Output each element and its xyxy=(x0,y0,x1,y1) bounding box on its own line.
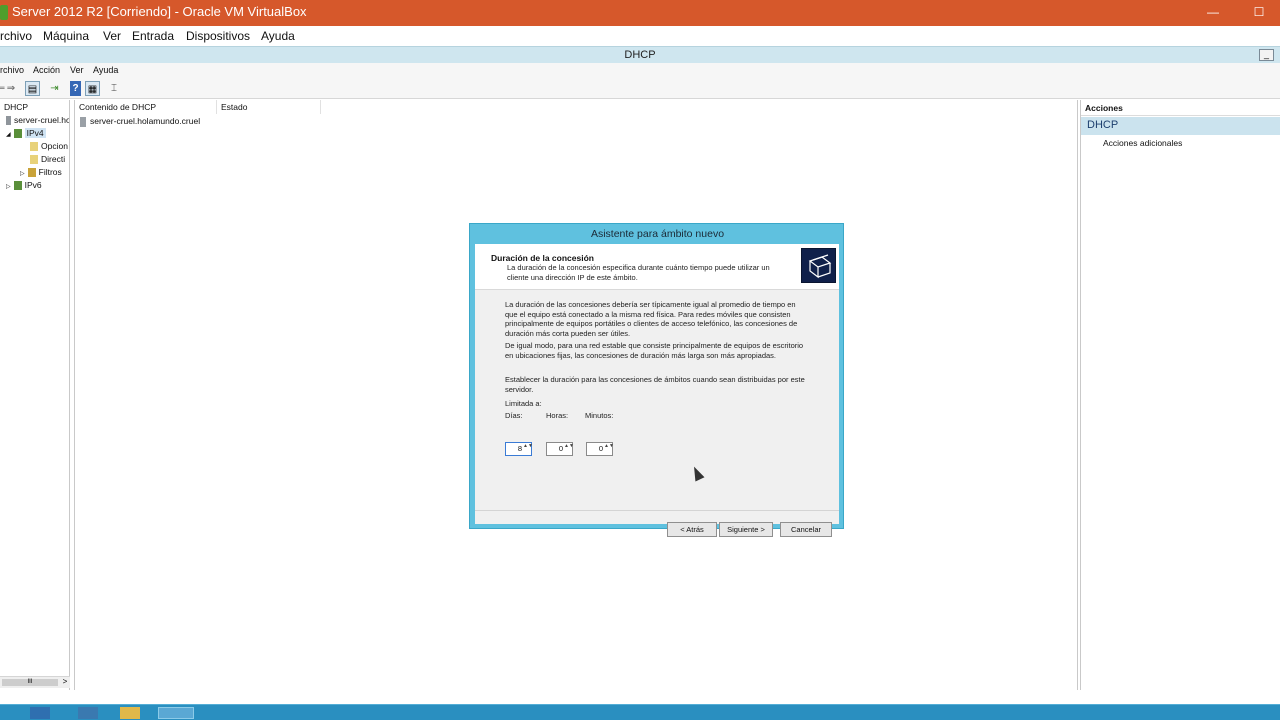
limit-label: Limitada a: xyxy=(505,399,542,408)
wizard-paragraph-3: Establecer la duración para las concesio… xyxy=(505,375,805,394)
column-header-contenido[interactable]: Contenido de DHCP xyxy=(75,100,217,114)
mmc-minimize-button[interactable]: _ xyxy=(1259,49,1274,61)
mmc-toolbar: ⇐ ⇒ ▤ ⇥ ? ▦ ⌶ xyxy=(0,78,1280,99)
spin-arrows-icon[interactable]: ▲▼ xyxy=(564,444,574,454)
tree-item-directivas[interactable]: Directi xyxy=(30,154,66,165)
days-label: Días: xyxy=(505,411,523,420)
cancel-button[interactable]: Cancelar xyxy=(780,522,832,537)
scrollbar-thumb[interactable]: III xyxy=(2,679,58,686)
wizard-scope-icon xyxy=(801,248,836,283)
forward-arrow-icon[interactable]: ⇒ xyxy=(5,81,17,96)
expand-arrow-icon[interactable]: ▷ xyxy=(6,184,11,190)
tree-item-server-label: server-cruel.ho xyxy=(14,115,70,125)
minutes-value: 0 xyxy=(598,444,603,453)
spin-arrows-icon[interactable]: ▲▼ xyxy=(604,444,614,454)
tree-item-ipv6-label: IPv6 xyxy=(24,180,42,190)
wizard-title: Asistente para ámbito nuevo xyxy=(590,228,725,240)
wizard-body: Duración de la concesión La duración de … xyxy=(475,244,839,537)
scroll-right-icon[interactable]: > xyxy=(60,677,70,688)
expand-arrow-icon[interactable]: ▷ xyxy=(20,171,25,177)
actions-pane: Acciones DHCP Acciones adicionales xyxy=(1080,100,1280,690)
tree-horizontal-scrollbar[interactable]: III > xyxy=(0,676,70,688)
wizard-paragraph-1: La duración de las concesiones debería s… xyxy=(505,300,798,338)
new-scope-wizard-dialog: Asistente para ámbito nuevo Duración de … xyxy=(469,223,844,537)
list-item-name: server-cruel.holamundo.cruel xyxy=(90,116,201,126)
vbox-titlebar: Server 2012 R2 [Corriendo] - Oracle VM V… xyxy=(0,0,1280,26)
vbox-menubar: rchivo Máquina Ver Entrada Dispositivos … xyxy=(0,26,1280,46)
mmc-menubar: rchivo Acción Ver Ayuda xyxy=(0,63,1280,78)
tree-item-filtros-label: Filtros xyxy=(38,167,62,177)
server-icon xyxy=(80,116,86,127)
mmc-menu-ver[interactable]: Ver xyxy=(70,65,84,75)
wizard-heading: Duración de la concesión xyxy=(491,253,594,263)
actions-section-dhcp[interactable]: DHCP xyxy=(1081,117,1280,135)
server-icon xyxy=(6,116,11,126)
vbox-menu-entrada[interactable]: Entrada xyxy=(132,29,174,43)
tree-item-filtros[interactable]: ▷ Filtros xyxy=(20,167,62,178)
guest-taskbar xyxy=(0,704,1280,720)
hours-label: Horas: xyxy=(546,411,569,420)
console-tree: DHCP server-cruel.ho ◢ IPv4 Opcion Direct… xyxy=(0,100,70,690)
mmc-titlebar: DHCP _ xyxy=(0,46,1280,63)
back-button[interactable]: < Atrás xyxy=(667,522,717,537)
minutes-spinner[interactable]: 0 ▲▼ xyxy=(586,442,614,456)
vbox-menu-dispositivos[interactable]: Dispositivos xyxy=(186,29,250,43)
wizard-separator xyxy=(475,510,839,511)
tree-item-opciones[interactable]: Opcion xyxy=(30,141,68,152)
days-value: 8 xyxy=(517,444,522,453)
collapse-arrow-icon[interactable]: ◢ xyxy=(6,132,11,138)
vbox-menu-ayuda[interactable]: Ayuda xyxy=(261,29,295,43)
tree-item-dhcp[interactable]: DHCP xyxy=(4,102,28,112)
wizard-paragraph-2: De igual modo, para una red estable que … xyxy=(505,341,804,360)
tree-item-ipv6[interactable]: ▷ IPv6 xyxy=(6,180,42,191)
filter-icon xyxy=(27,168,36,178)
start-icon[interactable] xyxy=(30,707,50,719)
hours-spinner[interactable]: 0 ▲▼ xyxy=(546,442,574,456)
tree-item-server[interactable]: server-cruel.ho xyxy=(6,115,70,126)
folder-icon xyxy=(30,155,38,165)
days-spinner[interactable]: 8 ▲▼ xyxy=(505,442,533,456)
virtualbox-app-icon xyxy=(0,5,8,20)
wizard-subheading: La duración de la concesión especifica d… xyxy=(507,263,770,282)
mmc-menu-ayuda[interactable]: Ayuda xyxy=(93,65,118,75)
tree-item-opciones-label: Opcion xyxy=(41,141,68,151)
hours-value: 0 xyxy=(558,444,563,453)
tree-item-directivas-label: Directi xyxy=(41,154,66,164)
dhcp-console-taskbar-icon[interactable] xyxy=(158,707,194,719)
next-button[interactable]: Siguiente > xyxy=(719,522,773,537)
vbox-maximize-button[interactable]: ☐ xyxy=(1236,0,1280,26)
tree-item-ipv4[interactable]: ◢ IPv4 xyxy=(6,128,46,139)
ipv4-icon xyxy=(13,129,22,139)
wizard-header: Duración de la concesión La duración de … xyxy=(475,244,839,290)
server-manager-icon[interactable] xyxy=(78,707,98,719)
file-explorer-icon[interactable] xyxy=(120,707,140,719)
tree-item-ipv4-label: IPv4 xyxy=(24,128,46,138)
minutes-label: Minutos: xyxy=(585,411,614,420)
vbox-window-title: Server 2012 R2 [Corriendo] - Oracle VM V… xyxy=(12,4,307,19)
export-list-icon[interactable]: ⇥ xyxy=(47,81,62,96)
show-hide-console-tree-icon[interactable]: ▤ xyxy=(25,81,40,96)
mmc-window-title: DHCP xyxy=(624,49,656,61)
folder-icon xyxy=(30,142,38,152)
action-more-actions[interactable]: Acciones adicionales xyxy=(1103,138,1182,148)
vbox-menu-maquina[interactable]: Máquina xyxy=(43,29,89,43)
help-icon[interactable]: ? xyxy=(70,81,81,96)
actions-header: Acciones xyxy=(1081,100,1280,116)
show-hide-action-pane-icon[interactable]: ▦ xyxy=(85,81,100,96)
list-item[interactable]: server-cruel.holamundo.cruel xyxy=(80,116,200,127)
vbox-menu-archivo[interactable]: rchivo xyxy=(0,29,32,43)
column-header-estado[interactable]: Estado xyxy=(217,100,321,114)
spin-arrows-icon[interactable]: ▲▼ xyxy=(523,444,533,454)
ipv6-icon xyxy=(13,181,22,191)
vbox-minimize-button[interactable]: — xyxy=(1190,0,1236,26)
mmc-menu-accion[interactable]: Acción xyxy=(33,65,60,75)
properties-icon[interactable]: ⌶ xyxy=(108,81,120,96)
vbox-menu-ver[interactable]: Ver xyxy=(103,29,121,43)
mmc-menu-archivo[interactable]: rchivo xyxy=(0,65,24,75)
